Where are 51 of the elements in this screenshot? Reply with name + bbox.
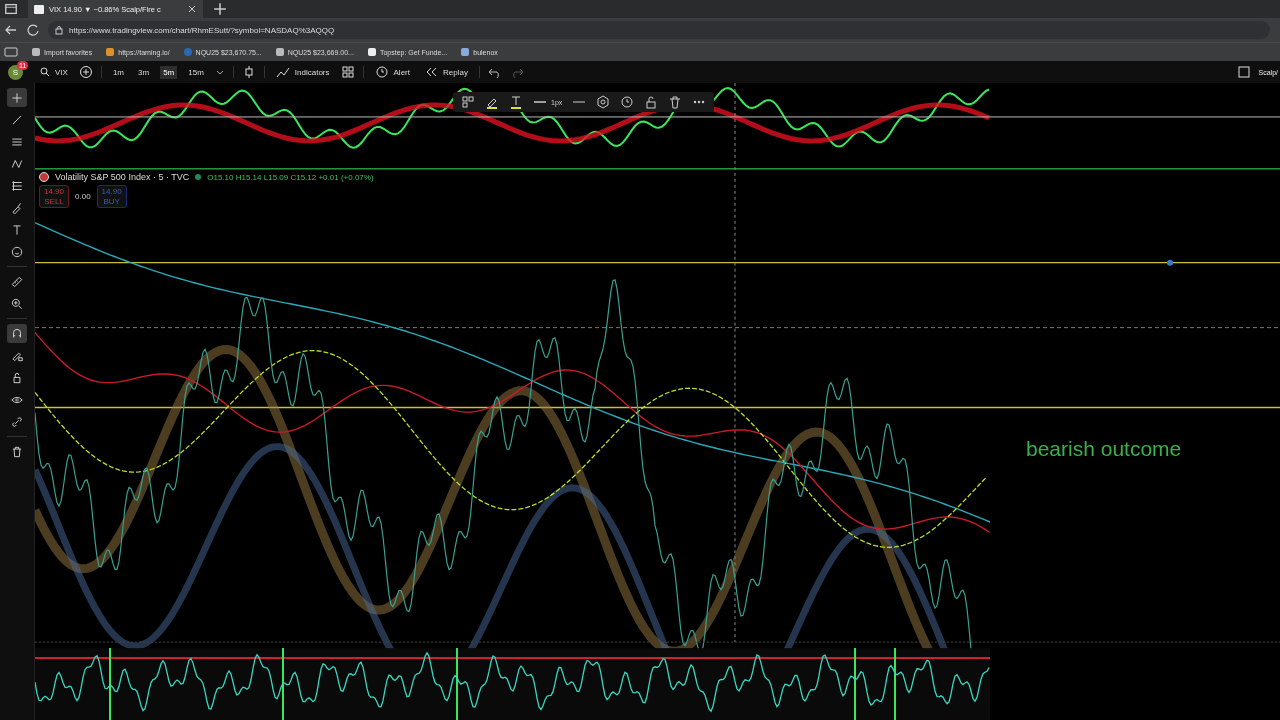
url-text: https://www.tradingview.com/chart/RhmESutt/?symbol=NASDAQ%3AQQQ bbox=[69, 25, 335, 35]
indicators-button[interactable]: Indicators bbox=[272, 63, 333, 81]
price-level-line[interactable] bbox=[35, 262, 1280, 264]
brush-icon bbox=[10, 200, 24, 215]
rewind-icon bbox=[424, 65, 438, 79]
sidebar-icon[interactable] bbox=[4, 45, 18, 59]
tab-list-icon[interactable] bbox=[4, 2, 18, 16]
status-dot-icon bbox=[195, 174, 202, 180]
settings-icon[interactable] bbox=[596, 95, 611, 109]
anchor-point[interactable] bbox=[1167, 259, 1173, 266]
crosshair-tool-button[interactable] bbox=[7, 88, 27, 107]
ruler-icon bbox=[10, 274, 24, 289]
link-icon bbox=[10, 414, 24, 429]
interval-button[interactable]: 1m bbox=[109, 65, 128, 79]
spread-value: 0.00 bbox=[75, 192, 91, 202]
text-color-icon[interactable] bbox=[509, 95, 523, 109]
lock-icon bbox=[54, 25, 64, 35]
symbol-title[interactable]: Volatility S&P 500 Index · 5 · TVC bbox=[55, 172, 190, 182]
crosshair-icon bbox=[10, 90, 24, 105]
new-tab-icon[interactable] bbox=[213, 2, 227, 16]
emoji-icon bbox=[10, 244, 24, 259]
interval-button[interactable]: 3m bbox=[135, 65, 153, 79]
interval-button[interactable]: 15m bbox=[185, 65, 207, 79]
magnet-icon bbox=[10, 326, 24, 341]
reload-icon[interactable] bbox=[26, 23, 40, 37]
replay-button[interactable]: Replay bbox=[421, 63, 471, 81]
back-icon[interactable] bbox=[4, 23, 18, 37]
chart-annotation: bearish outcome bbox=[1026, 437, 1182, 461]
symbol-search-button[interactable]: VIX bbox=[37, 65, 71, 79]
fib-icon bbox=[10, 178, 24, 193]
square-icon[interactable] bbox=[1236, 65, 1251, 79]
unlock-icon[interactable] bbox=[644, 95, 659, 109]
clock-icon[interactable] bbox=[620, 95, 635, 109]
grid-icon[interactable] bbox=[340, 65, 355, 79]
lock-icon bbox=[10, 370, 24, 385]
sell-button[interactable]: 14.90 SELL bbox=[39, 185, 70, 209]
add-symbol-icon[interactable] bbox=[78, 65, 93, 79]
zoom-icon bbox=[10, 296, 24, 311]
magnet-tool-button[interactable] bbox=[7, 324, 27, 343]
trash-icon[interactable] bbox=[668, 95, 683, 109]
price-level-line[interactable] bbox=[35, 406, 1280, 409]
search-icon bbox=[40, 67, 50, 77]
line-chart-icon bbox=[275, 65, 290, 79]
template-icon[interactable] bbox=[461, 95, 475, 109]
interval-button[interactable]: 5m bbox=[160, 65, 178, 79]
trash-icon bbox=[10, 444, 24, 459]
address-field[interactable]: https://www.tradingview.com/chart/RhmESutt/?symbol=NASDAQ%3AQQQ bbox=[48, 21, 1270, 39]
alert-button[interactable]: Alert bbox=[371, 63, 413, 81]
close-icon[interactable] bbox=[187, 4, 197, 14]
alarm-clock-icon bbox=[374, 65, 389, 79]
ohlc-values: O15.10 H15.14 L15.09 C15.12 +0.01 (+0.07%) bbox=[207, 172, 374, 182]
